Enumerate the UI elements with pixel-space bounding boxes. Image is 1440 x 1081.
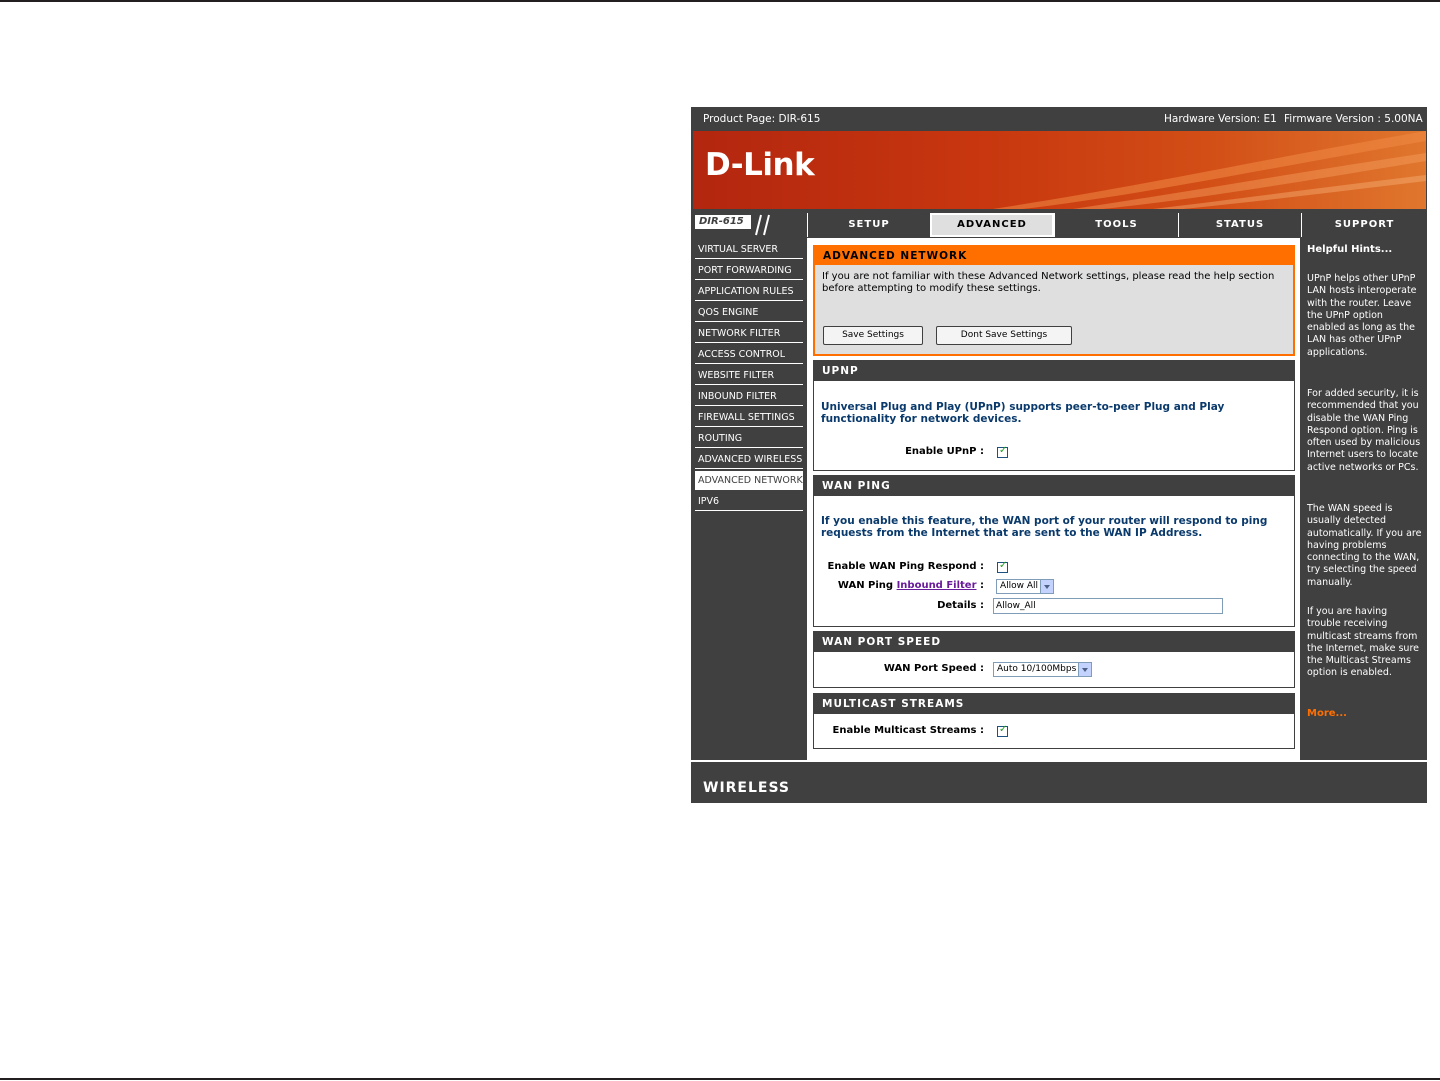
multicast-streams-section: MULTICAST STREAMS Enable Multicast Strea…: [813, 693, 1295, 749]
sidebar-item-firewall-settings[interactable]: FIREWALL SETTINGS: [695, 408, 803, 427]
info-bar: Product Page: DIR-615 Hardware Version: …: [691, 107, 1427, 131]
sidebar-item-routing[interactable]: ROUTING: [695, 429, 803, 448]
enable-multicast-label: Enable Multicast Streams :: [832, 725, 984, 736]
sidebar-item-ipv6[interactable]: IPV6: [695, 492, 803, 511]
advanced-network-intro: ADVANCED NETWORK If you are not familiar…: [813, 245, 1295, 356]
hint-upnp: UPnP helps other UPnP LAN hosts interope…: [1307, 273, 1417, 358]
intro-text: If you are not familiar with these Advan…: [822, 271, 1275, 294]
wan-ping-section: WAN PING If you enable this feature, the…: [813, 475, 1295, 627]
wan-port-speed-select[interactable]: Auto 10/100Mbps: [993, 662, 1092, 677]
section-title: MULTICAST STREAMS: [814, 694, 1294, 714]
more-hints-link[interactable]: More...: [1307, 708, 1347, 719]
upnp-description: Universal Plug and Play (UPnP) supports …: [821, 401, 1225, 425]
main-content: ADVANCED NETWORK If you are not familiar…: [807, 238, 1300, 760]
save-settings-button[interactable]: Save Settings: [823, 326, 923, 345]
wan-ping-filter-select[interactable]: Allow All: [996, 579, 1054, 594]
tab-status[interactable]: STATUS: [1178, 213, 1301, 237]
enable-multicast-checkbox[interactable]: [997, 724, 1008, 737]
sidebar-menu: VIRTUAL SERVER PORT FORWARDING APPLICATI…: [693, 238, 805, 760]
model-label: DIR-615: [695, 215, 751, 229]
wan-port-speed-value: Auto 10/100Mbps: [997, 664, 1077, 674]
section-title: WAN PING: [814, 476, 1294, 496]
details-label: Details :: [937, 600, 984, 611]
tab-setup[interactable]: SETUP: [807, 213, 930, 237]
wan-ping-filter-label: WAN Ping Inbound Filter :: [816, 580, 984, 591]
chevron-down-icon: [1040, 580, 1053, 593]
wan-ping-filter-label-prefix: WAN Ping: [837, 580, 894, 591]
sidebar-item-port-forwarding[interactable]: PORT FORWARDING: [695, 261, 803, 280]
model-badge: DIR-615: [693, 213, 805, 237]
sidebar-item-advanced-network[interactable]: ADVANCED NETWORK: [695, 471, 803, 490]
hints-title: Helpful Hints...: [1307, 244, 1393, 255]
sidebar-item-qos-engine[interactable]: QOS ENGINE: [695, 303, 803, 322]
wan-ping-description: If you enable this feature, the WAN port…: [821, 515, 1268, 539]
page-top-rule: [0, 0, 1440, 2]
helpful-hints-panel: Helpful Hints... UPnP helps other UPnP L…: [1303, 238, 1427, 760]
tab-support[interactable]: SUPPORT: [1301, 213, 1427, 237]
product-page-link[interactable]: Product Page: DIR-615: [703, 113, 820, 125]
section-title: WAN PORT SPEED: [814, 632, 1294, 652]
footer-bar: WIRELESS: [691, 760, 1427, 803]
brand-banner: D-Link: [693, 131, 1426, 209]
wan-port-speed-label: WAN Port Speed :: [883, 663, 984, 674]
hint-wan-ping: For added security, it is recommended th…: [1307, 388, 1421, 473]
hint-wan-speed: The WAN speed is usually detected automa…: [1307, 503, 1422, 588]
dlink-logo: D-Link: [705, 147, 815, 183]
hint-multicast: If you are having trouble receiving mult…: [1307, 606, 1419, 679]
enable-wan-ping-checkbox[interactable]: [997, 560, 1008, 573]
section-title: ADVANCED NETWORK: [815, 247, 1293, 265]
details-field[interactable]: Allow_All: [993, 598, 1223, 614]
wireless-logo: WIRELESS: [703, 780, 791, 796]
wan-port-speed-section: WAN PORT SPEED WAN Port Speed : Auto 10/…: [813, 631, 1295, 688]
sidebar-item-website-filter[interactable]: WEBSITE FILTER: [695, 366, 803, 385]
hardware-version: Hardware Version: E1: [1164, 113, 1277, 125]
page-bottom-rule: [0, 1078, 1440, 1080]
sidebar-item-advanced-wireless[interactable]: ADVANCED WIRELESS: [695, 450, 803, 469]
section-title: UPNP: [814, 361, 1294, 381]
router-admin-window: Product Page: DIR-615 Hardware Version: …: [691, 107, 1427, 803]
sidebar-item-network-filter[interactable]: NETWORK FILTER: [695, 324, 803, 343]
wan-ping-filter-label-suffix: :: [980, 580, 984, 591]
top-navigation: DIR-615 SETUP ADVANCED TOOLS STATUS SUPP…: [691, 211, 1427, 237]
slash-decoration-icon: [755, 214, 770, 236]
sidebar-item-inbound-filter[interactable]: INBOUND FILTER: [695, 387, 803, 406]
tab-tools[interactable]: TOOLS: [1054, 213, 1178, 237]
enable-upnp-checkbox[interactable]: [997, 445, 1008, 458]
firmware-version: Firmware Version : 5.00NA: [1284, 113, 1423, 125]
inbound-filter-link[interactable]: Inbound Filter: [897, 580, 977, 591]
enable-wan-ping-label: Enable WAN Ping Respond :: [827, 561, 984, 572]
sidebar-item-application-rules[interactable]: APPLICATION RULES: [695, 282, 803, 301]
chevron-down-icon: [1078, 663, 1091, 676]
tab-advanced[interactable]: ADVANCED: [930, 213, 1054, 237]
sidebar-item-virtual-server[interactable]: VIRTUAL SERVER: [695, 240, 803, 259]
sidebar-item-access-control[interactable]: ACCESS CONTROL: [695, 345, 803, 364]
wan-ping-filter-value: Allow All: [1000, 581, 1039, 591]
upnp-section: UPNP Universal Plug and Play (UPnP) supp…: [813, 360, 1295, 471]
dont-save-settings-button[interactable]: Dont Save Settings: [936, 326, 1072, 345]
enable-upnp-label: Enable UPnP :: [905, 446, 984, 457]
